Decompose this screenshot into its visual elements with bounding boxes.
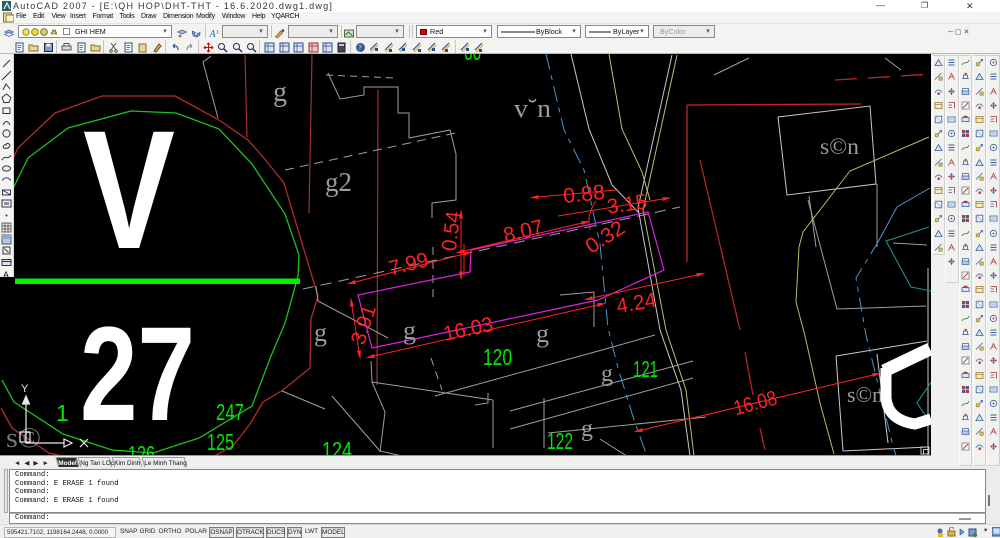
svg-text:?: ? xyxy=(358,44,361,52)
svg-text:122: 122 xyxy=(547,428,573,454)
svg-text:g: g xyxy=(601,361,613,387)
svg-text:g: g xyxy=(273,77,287,108)
svg-text:66: 66 xyxy=(464,54,481,65)
svg-text:125: 125 xyxy=(207,429,234,455)
svg-text:g: g xyxy=(403,316,416,345)
svg-text:v˘n: v˘n xyxy=(514,94,551,123)
svg-text:A: A xyxy=(3,270,9,280)
svg-text:g2: g2 xyxy=(325,167,352,197)
svg-text:27: 27 xyxy=(80,300,195,449)
svg-text:V: V xyxy=(83,95,175,284)
svg-text:g: g xyxy=(581,416,593,442)
svg-text:121: 121 xyxy=(633,356,658,382)
svg-text:g: g xyxy=(314,318,327,347)
svg-text:1: 1 xyxy=(56,400,69,426)
svg-text:124: 124 xyxy=(322,437,352,456)
svg-text:120: 120 xyxy=(483,344,512,370)
svg-text:Y: Y xyxy=(21,383,29,395)
svg-text:0.54: 0.54 xyxy=(438,210,466,253)
svg-text:s©: s© xyxy=(6,423,41,454)
svg-text:s©n: s©n xyxy=(820,134,860,159)
svg-text:g: g xyxy=(536,319,549,348)
svg-text:0.88: 0.88 xyxy=(562,181,606,208)
svg-text:s©n: s©n xyxy=(847,382,883,407)
svg-text:126: 126 xyxy=(128,441,155,456)
svg-text:247: 247 xyxy=(216,399,244,425)
